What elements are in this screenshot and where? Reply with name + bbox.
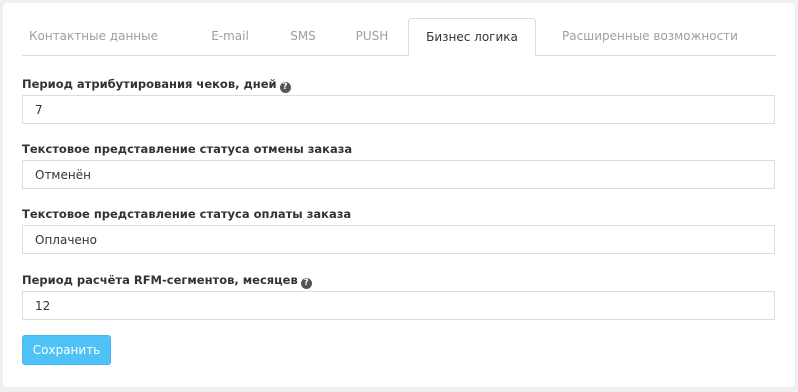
question-circle-icon[interactable]: ? — [300, 278, 312, 289]
question-circle-icon[interactable]: ? — [279, 82, 291, 93]
paid-status-input[interactable] — [22, 225, 775, 254]
attribution-period-label: Период атрибутирования чеков, дней? — [22, 77, 291, 93]
rfm-period-input[interactable] — [22, 291, 775, 320]
tab-advanced[interactable]: Расширенные возможности — [550, 18, 750, 55]
rfm-period-label-text: Период расчёта RFM-сегментов, месяцев — [22, 273, 298, 287]
rfm-period-label: Период расчёта RFM-сегментов, месяцев? — [22, 273, 312, 289]
attribution-period-input[interactable] — [22, 95, 775, 124]
settings-tabs: Контактные данные E-mail SMS PUSH Бизнес… — [22, 18, 776, 56]
tab-sms[interactable]: SMS — [270, 18, 336, 55]
attribution-period-label-text: Период атрибутирования чеков, дней — [22, 77, 277, 91]
cancel-status-label: Текстовое представление статуса отмены з… — [22, 142, 353, 156]
tab-push[interactable]: PUSH — [336, 18, 408, 55]
settings-panel: Контактные данные E-mail SMS PUSH Бизнес… — [3, 3, 795, 387]
paid-status-label: Текстовое представление статуса оплаты з… — [22, 207, 352, 221]
tab-email[interactable]: E-mail — [190, 18, 270, 55]
save-button[interactable]: Сохранить — [22, 335, 111, 365]
tab-business-logic[interactable]: Бизнес логика — [408, 18, 536, 56]
cancel-status-input[interactable] — [22, 160, 775, 189]
tab-contact-data[interactable]: Контактные данные — [22, 18, 165, 55]
